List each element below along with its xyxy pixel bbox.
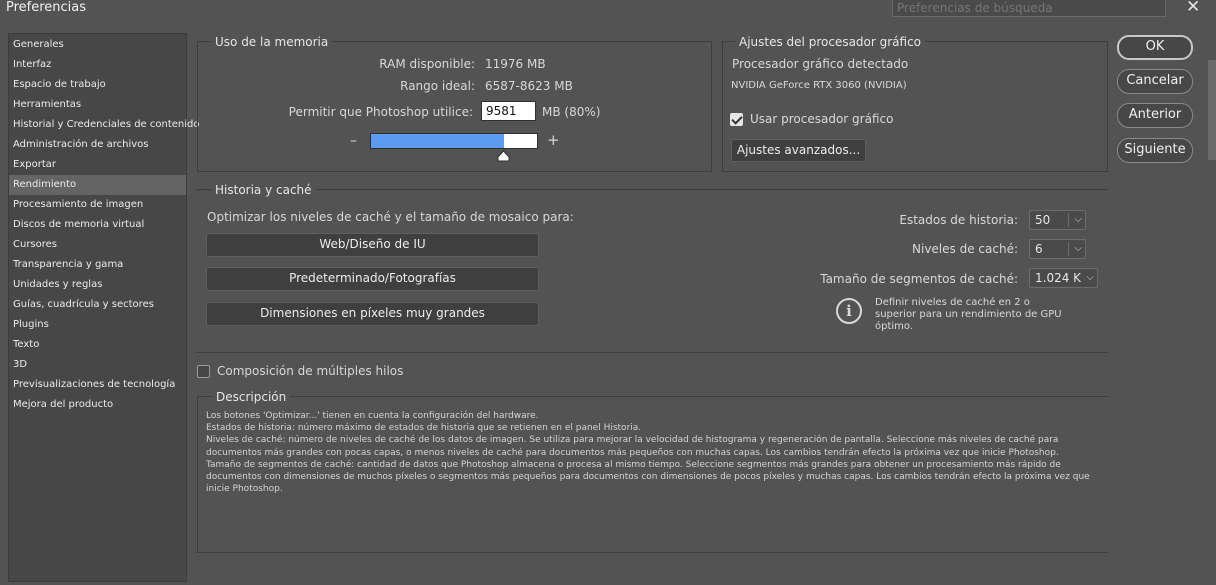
sidebar-item-exportar[interactable]: Exportar [9, 155, 186, 175]
cancel-button[interactable]: Cancelar [1117, 69, 1193, 94]
close-icon[interactable]: ✕ [1186, 0, 1200, 17]
ideal-range-value: 6587-8623 MB [485, 79, 573, 93]
memory-slider-thumb[interactable] [497, 150, 510, 162]
tile-size-label: Tamaño de segmentos de caché: [820, 272, 1018, 286]
sidebar-item-mejora-producto[interactable]: Mejora del producto [9, 395, 186, 415]
title-bar: Preferencias ✕ [0, 0, 1216, 20]
description-line: Los botones 'Optimizar...' tienen en cue… [206, 411, 539, 421]
memory-allocation-input[interactable]: 9581 [481, 101, 536, 121]
advanced-settings-button[interactable]: Ajustes avanzados... [731, 139, 866, 162]
tile-size-select[interactable]: 1.024 K ⌵ [1029, 268, 1098, 288]
ok-button[interactable]: OK [1117, 35, 1193, 60]
sidebar-item-unidades-reglas[interactable]: Unidades y reglas [9, 275, 186, 295]
description-line: Tamaño de segmentos de caché: cantidad d… [206, 459, 1061, 470]
gpu-settings-legend: Ajustes del procesador gráfico [735, 35, 926, 49]
sidebar-item-herramientas[interactable]: Herramientas [9, 95, 186, 115]
description-line: inicie Photoshop. [206, 484, 283, 495]
multithread-compositing-label: Composición de múltiples hilos [217, 364, 404, 378]
cache-info-line: superior para un rendimiento de GPU [875, 309, 1062, 320]
optimize-label: Optimizar los niveles de caché y el tama… [207, 210, 574, 224]
history-cache-legend: Historia y caché [211, 183, 316, 197]
optimize-huge-pixel-dimensions-button[interactable]: Dimensiones en píxeles muy grandes [206, 302, 539, 326]
description-legend: Descripción [212, 390, 291, 404]
info-icon: i [836, 298, 862, 324]
sidebar-item-transparencia-gama[interactable]: Transparencia y gama [9, 255, 186, 275]
previous-button[interactable]: Anterior [1117, 103, 1193, 128]
description-line: Estados de historia: número máximo de es… [206, 423, 642, 434]
sidebar-item-plugins[interactable]: Plugins [9, 315, 186, 335]
history-states-label: Estados de historia: [899, 213, 1018, 227]
sidebar-item-rendimiento[interactable]: Rendimiento [9, 175, 186, 195]
gpu-name: NVIDIA GeForce RTX 3060 (NVIDIA) [731, 80, 907, 91]
history-states-value: 50 [1035, 213, 1051, 227]
description-text: Los botones 'Optimizar...' tienen en cue… [206, 410, 1096, 495]
description-line: Niveles de caché: número de niveles de c… [206, 435, 1059, 446]
description-line: documentos más grandes con pocas capas, … [206, 447, 1059, 458]
chevron-down-icon: ⌵ [1086, 272, 1094, 283]
ideal-range-label: Rango ideal: [400, 79, 475, 93]
history-states-select[interactable]: 50 ⌵ [1029, 210, 1086, 230]
cache-levels-select[interactable]: 6 ⌵ [1029, 239, 1086, 259]
chevron-down-icon: ⌵ [1074, 214, 1082, 225]
sidebar-item-guias[interactable]: Guías, cuadrícula y sectores [9, 295, 186, 315]
increase-memory-icon[interactable]: + [547, 133, 560, 148]
cache-levels-value: 6 [1035, 242, 1043, 256]
sidebar-item-3d[interactable]: 3D [9, 355, 186, 375]
cache-info-line: Definir niveles de caché en 2 o [875, 297, 1030, 308]
ram-available-label: RAM disponible: [379, 57, 475, 71]
sidebar-item-espacio-de-trabajo[interactable]: Espacio de trabajo [9, 75, 186, 95]
search-preferences-input[interactable] [892, 0, 1166, 17]
sidebar-item-procesamiento-imagen[interactable]: Procesamiento de imagen [9, 195, 186, 215]
use-gpu-checkbox[interactable] [730, 113, 743, 126]
optimize-web-ui-button[interactable]: Web/Diseño de IU [206, 233, 539, 257]
sidebar-item-discos-memoria-virtual[interactable]: Discos de memoria virtual [9, 215, 186, 235]
cache-info-line: óptimo. [875, 321, 914, 332]
scrollbar[interactable] [1208, 60, 1216, 160]
allow-photoshop-label: Permitir que Photoshop utilice: [288, 105, 473, 119]
tile-size-value: 1.024 K [1035, 271, 1082, 285]
window-title: Preferencias [6, 0, 87, 15]
gpu-detected-label: Procesador gráfico detectado [732, 57, 909, 71]
chevron-down-icon: ⌵ [1074, 243, 1082, 254]
memory-usage-legend: Uso de la memoria [211, 35, 333, 49]
memory-slider-fill [371, 134, 504, 148]
memory-slider[interactable] [370, 133, 538, 149]
description-line: documentos con dimensiones de muchos píx… [206, 472, 1090, 483]
sidebar-item-texto[interactable]: Texto [9, 335, 186, 355]
preferences-sidebar: Generales Interfaz Espacio de trabajo He… [8, 33, 200, 582]
optimize-default-photos-button[interactable]: Predeterminado/Fotografías [206, 267, 539, 291]
cache-levels-label: Niveles de caché: [912, 242, 1018, 256]
sidebar-item-generales[interactable]: Generales [9, 35, 186, 55]
decrease-memory-icon[interactable]: – [350, 134, 357, 148]
multithread-compositing-checkbox[interactable] [197, 365, 210, 378]
use-gpu-label: Usar procesador gráfico [750, 112, 894, 126]
ram-available-value: 11976 MB [485, 57, 546, 71]
cache-info-text: Definir niveles de caché en 2 o superior… [875, 297, 1062, 333]
sidebar-item-interfaz[interactable]: Interfaz [9, 55, 186, 75]
sidebar-item-cursores[interactable]: Cursores [9, 235, 186, 255]
sidebar-item-administracion-archivos[interactable]: Administración de archivos [9, 135, 186, 155]
sidebar-item-historial[interactable]: Historial y Credenciales de contenido [9, 115, 200, 135]
memory-unit-label: MB (80%) [542, 105, 601, 119]
sidebar-item-previsualizaciones[interactable]: Previsualizaciones de tecnología [9, 375, 186, 395]
next-button[interactable]: Siguiente [1117, 138, 1193, 163]
